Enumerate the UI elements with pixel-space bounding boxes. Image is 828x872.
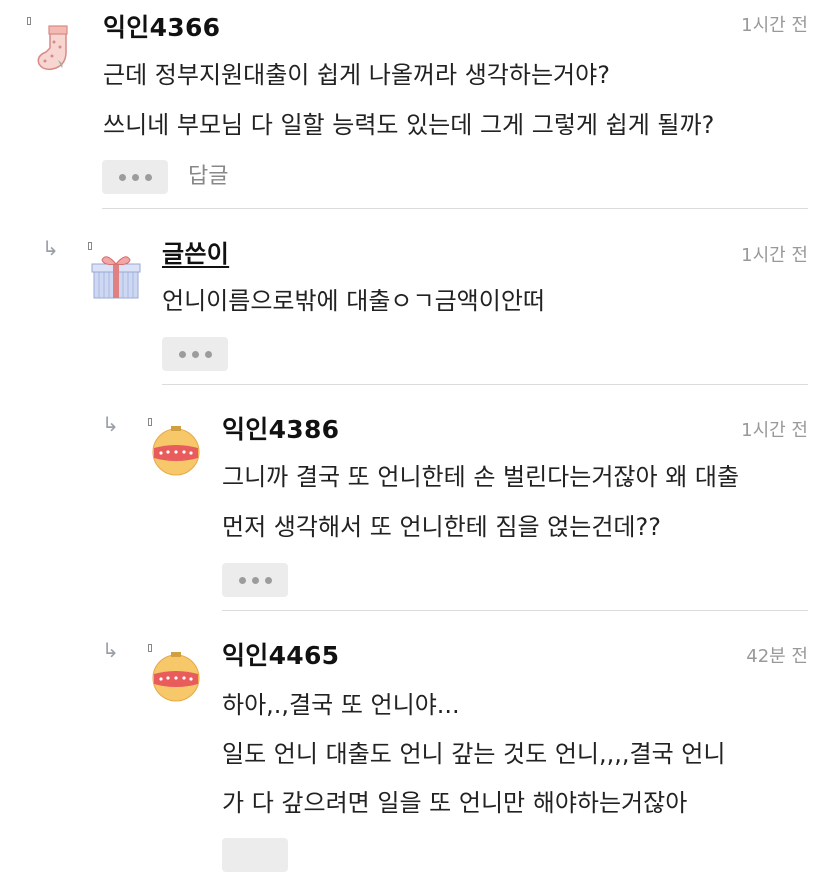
comment-line: 근데 정부지원대출이 쉽게 나올꺼라 생각하는거야? (103, 61, 610, 89)
comment-line: 쓰니네 부모님 다 일할 능력도 있는데 그게 그렇게 쉽게 될까? (103, 111, 715, 139)
timestamp: 1시간 전 (741, 245, 808, 266)
more-dot-icon (191, 350, 199, 358)
checkbox-mark (27, 17, 31, 25)
more-options-button[interactable] (222, 563, 288, 597)
more-options-button[interactable] (162, 337, 228, 371)
timestamp: 42분 전 (746, 646, 808, 667)
more-dot-icon (251, 576, 259, 584)
comment-line: 하아,.,결국 또 언니야... (222, 691, 460, 719)
more-dot-icon (144, 173, 152, 181)
divider (222, 610, 808, 611)
reply-arrow-icon: ↳ (102, 638, 119, 662)
author-name[interactable]: 익인4465 (222, 640, 339, 672)
comment-line: 일도 언니 대출도 언니 갚는 것도 언니,,,,결국 언니 (222, 740, 726, 768)
author-name[interactable]: 익인4386 (222, 414, 339, 446)
reply-arrow-icon: ↳ (42, 236, 59, 260)
author-name[interactable]: 익인4366 (103, 12, 220, 44)
more-dot-icon (131, 173, 139, 181)
timestamp: 1시간 전 (741, 420, 808, 441)
reply-button[interactable]: 답글 (188, 160, 228, 194)
more-options-button[interactable] (102, 160, 168, 194)
gift-icon (91, 256, 141, 299)
more-dot-icon (178, 350, 186, 358)
ornament-icon (152, 426, 200, 476)
comment-line: 언니이름으로밖에 대출ㅇㄱ금액이안떠 (162, 287, 545, 315)
timestamp: 1시간 전 (741, 15, 808, 36)
more-options-button[interactable] (222, 838, 288, 872)
comment-line: 그니까 결국 또 언니한테 손 벌린다는거잖아 왜 대출 (222, 463, 740, 491)
more-dot-icon (238, 576, 246, 584)
author-name[interactable]: 글쓴이 (162, 238, 229, 270)
divider (162, 384, 808, 385)
checkbox-mark (88, 242, 92, 250)
divider (102, 208, 808, 209)
more-dot-icon (118, 173, 126, 181)
more-dot-icon (204, 350, 212, 358)
comment-line: 먼저 생각해서 또 언니한테 짐을 얹는건데?? (222, 513, 661, 541)
ornament-icon (152, 652, 200, 702)
sock-icon (37, 25, 68, 71)
more-dot-icon (264, 576, 272, 584)
reply-arrow-icon: ↳ (102, 412, 119, 436)
comment-line: 가 다 갚으려면 일을 또 언니만 해야하는거잖아 (222, 789, 688, 817)
